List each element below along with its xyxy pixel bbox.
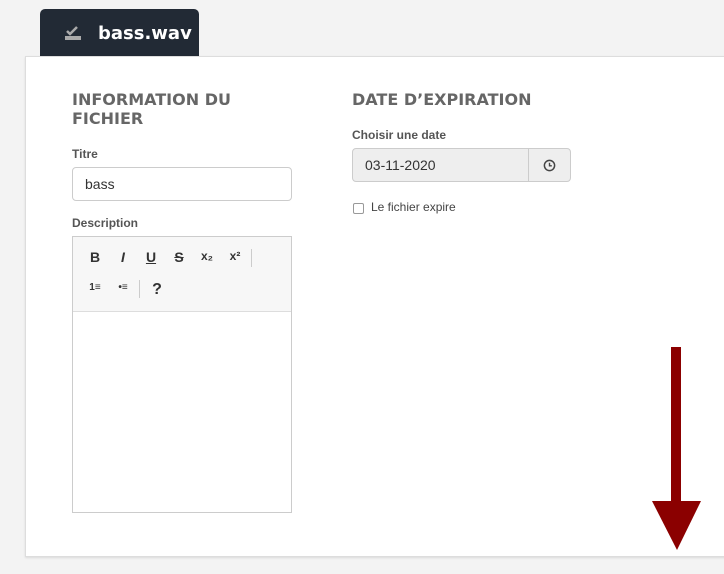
file-tab[interactable]: bass.wav — [40, 9, 199, 57]
file-info-heading: INFORMATION DU FICHIER — [72, 90, 231, 128]
title-input[interactable]: bass — [72, 167, 292, 201]
ordered-list-button[interactable]: 1≡ — [85, 282, 105, 293]
toolbar-divider — [251, 249, 252, 267]
clock-button[interactable] — [528, 149, 570, 181]
editor-toolbar: B I U S x₂ x² 1≡ •≡ ? — [73, 237, 291, 312]
help-button[interactable]: ? — [147, 281, 167, 299]
tab-title: bass.wav — [98, 22, 192, 44]
file-panel: INFORMATION DU FICHIER Titre bass Descrip… — [25, 56, 724, 557]
expiration-heading: DATE D’EXPIRATION — [352, 90, 532, 109]
expire-checkbox[interactable] — [353, 203, 364, 214]
toolbar-divider — [139, 280, 140, 298]
title-label: Titre — [72, 147, 98, 161]
description-textarea[interactable] — [73, 312, 291, 512]
underline-button[interactable]: U — [141, 249, 161, 265]
expire-checkbox-label: Le fichier expire — [371, 200, 456, 214]
clock-icon — [543, 159, 556, 171]
download-check-icon — [65, 26, 81, 40]
date-input[interactable]: 03-11-2020 — [352, 148, 571, 182]
description-label: Description — [72, 216, 139, 230]
date-label: Choisir une date — [352, 128, 447, 142]
italic-button[interactable]: I — [113, 249, 133, 265]
down-arrow-annotation — [652, 347, 701, 550]
subscript-button[interactable]: x₂ — [197, 249, 217, 263]
date-value: 03-11-2020 — [365, 157, 436, 173]
unordered-list-button[interactable]: •≡ — [113, 282, 133, 293]
bold-button[interactable]: B — [85, 249, 105, 265]
strikethrough-button[interactable]: S — [169, 249, 189, 265]
description-editor: B I U S x₂ x² 1≡ •≡ ? — [72, 236, 292, 513]
superscript-button[interactable]: x² — [225, 249, 245, 263]
